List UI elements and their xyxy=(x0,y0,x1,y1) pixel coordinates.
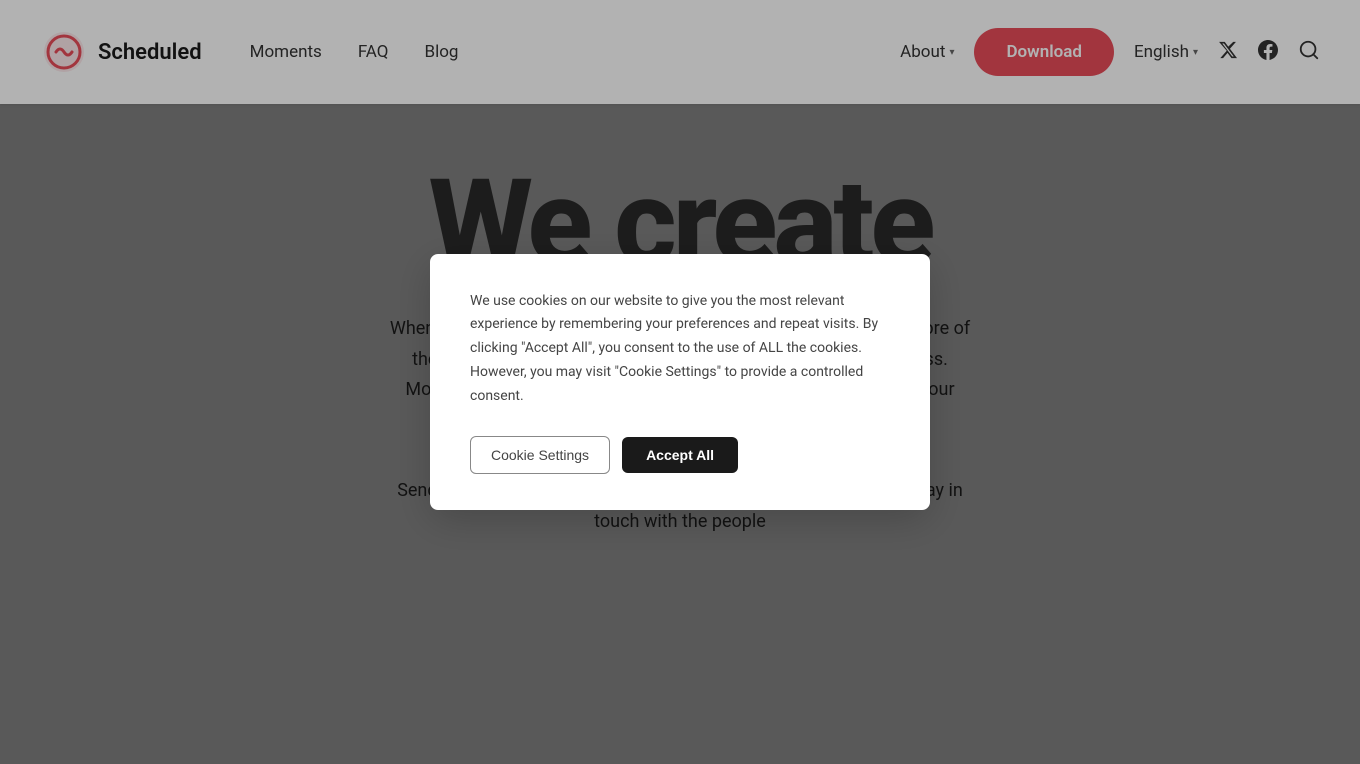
cookie-modal-overlay: We use cookies on our website to give yo… xyxy=(0,0,1360,764)
cookie-body-text: We use cookies on our website to give yo… xyxy=(470,290,890,409)
cookie-settings-button[interactable]: Cookie Settings xyxy=(470,436,610,474)
cookie-buttons: Cookie Settings Accept All xyxy=(470,436,890,474)
accept-all-button[interactable]: Accept All xyxy=(622,437,738,473)
cookie-modal: We use cookies on our website to give yo… xyxy=(430,254,930,511)
